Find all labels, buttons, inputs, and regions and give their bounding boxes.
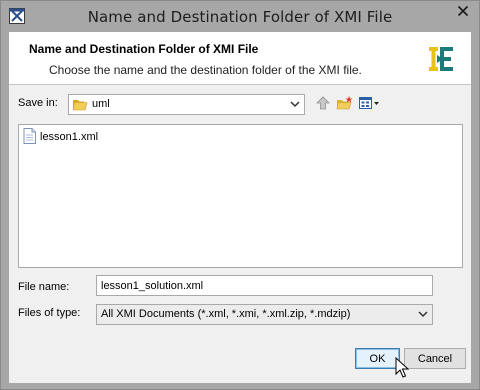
chevron-down-icon[interactable] [289,98,301,113]
header-description: Choose the name and the destination fold… [49,63,362,77]
cancel-button[interactable]: Cancel [404,348,466,369]
dialog-client: Name and Destination Folder of XMI File … [9,32,471,383]
up-one-level-button[interactable] [314,94,332,115]
xmi-logo-icon [427,44,455,74]
up-one-level-icon [315,95,331,114]
window-title: Name and Destination Folder of XMI File [87,8,393,26]
mouse-cursor-icon [395,356,410,382]
list-item[interactable]: lesson1.xml [23,127,99,147]
dialog-header: Name and Destination Folder of XMI File … [9,32,471,85]
view-menu-icon [358,95,380,114]
close-button[interactable] [448,2,477,23]
file-list[interactable]: lesson1.xml [18,124,463,268]
file-name-input[interactable] [96,275,433,296]
new-folder-icon [336,95,354,114]
save-in-label: Save in: [18,97,58,109]
chevron-down-icon[interactable] [417,308,429,323]
file-name-label: File name: [18,281,70,293]
file-type-combobox[interactable]: All XMI Documents (*.xml, *.xmi, *.xml.z… [96,304,433,325]
title-bar[interactable]: Name and Destination Folder of XMI File [1,1,479,32]
file-icon [23,127,36,147]
file-type-label: Files of type: [18,307,81,319]
save-in-combobox[interactable]: uml [68,94,305,115]
file-type-value: All XMI Documents (*.xml, *.xmi, *.xml.z… [101,308,351,320]
dialog-window: Name and Destination Folder of XMI File … [0,0,480,390]
header-title: Name and Destination Folder of XMI File [29,42,259,56]
ok-button[interactable]: OK [355,348,400,369]
file-name: lesson1.xml [40,131,99,143]
new-folder-button[interactable] [335,94,355,115]
save-in-value: uml [92,98,110,110]
view-menu-button[interactable] [357,94,381,115]
folder-icon [72,97,88,115]
close-icon [457,5,469,20]
